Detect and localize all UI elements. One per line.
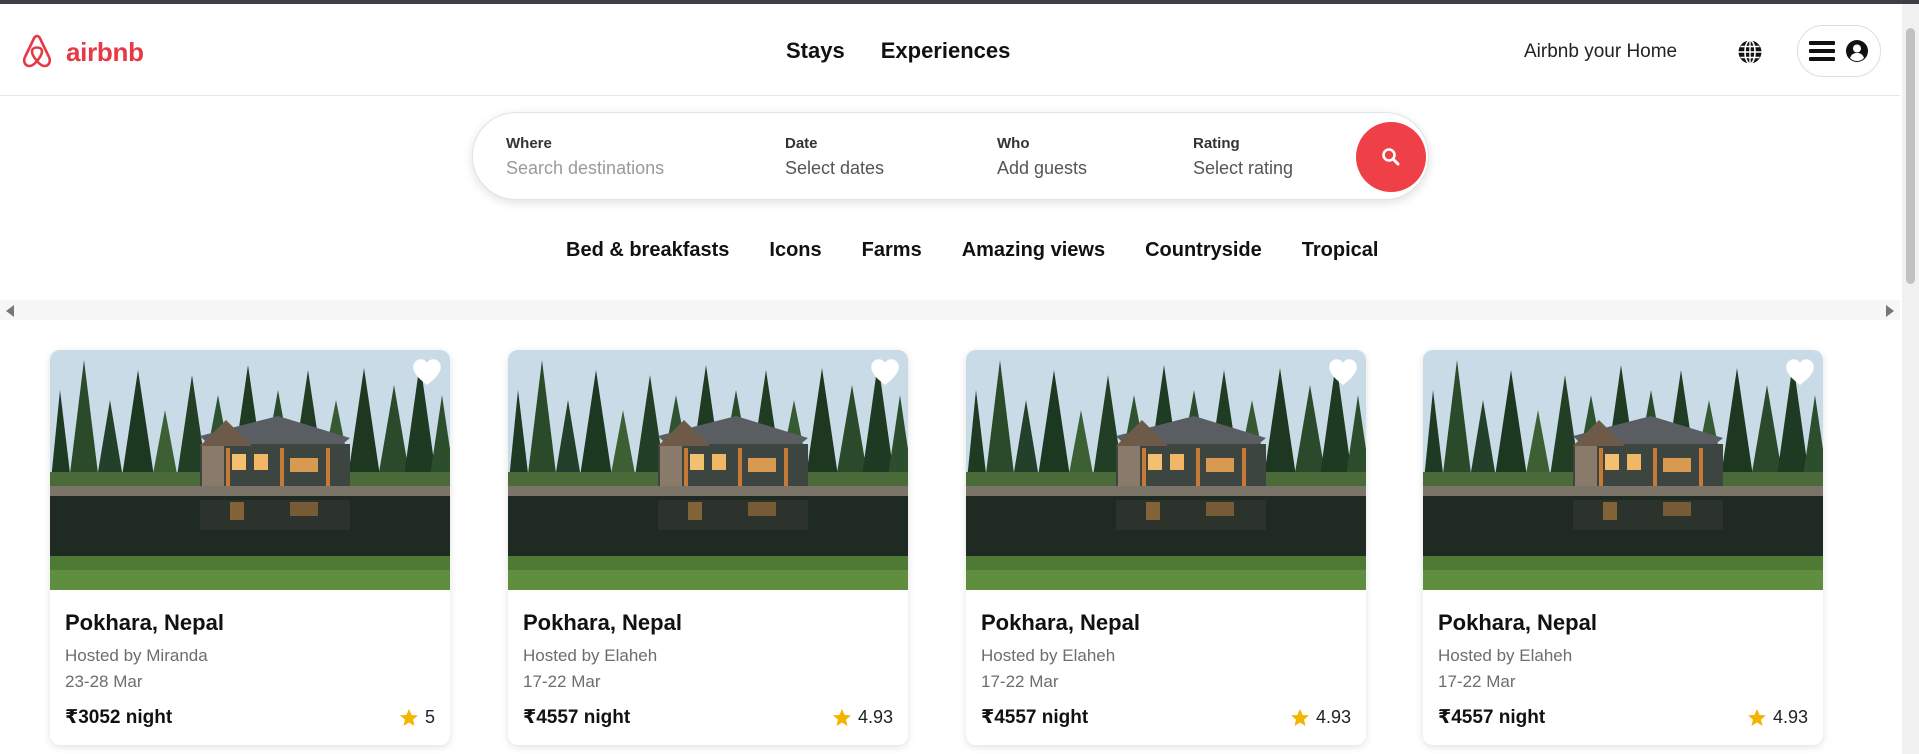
category-icons[interactable]: Icons (769, 239, 821, 262)
listing-dates: 23-28 Mar (65, 672, 143, 691)
logo[interactable]: airbnb (18, 32, 144, 72)
listing-rating: 5 (399, 707, 435, 728)
guests-value: Add guests (997, 158, 1088, 178)
date-value: Select dates (785, 158, 885, 178)
listing-price: ₹4557 night (981, 707, 1089, 728)
listing-card[interactable]: Pokhara, Nepal Hosted by Elaheh 17-22 Mar ₹… (966, 350, 1366, 745)
listing-title: Pokhara, Nepal (65, 610, 224, 635)
listing-host: Hosted by Elaheh (1438, 646, 1573, 665)
listing-photo (50, 350, 450, 590)
listing-photo-container[interactable] (966, 350, 1366, 590)
listing-details: Pokhara, Nepal Hosted by Elaheh 17-22 Mar ₹… (508, 610, 908, 729)
listing-details: Pokhara, Nepal Hosted by Elaheh 17-22 Mar ₹… (966, 610, 1366, 729)
heart-icon[interactable] (1328, 358, 1358, 386)
horizontal-scroll-track[interactable] (0, 300, 1900, 320)
category-bar: Bed & breakfasts Icons Farms Amazing vie… (566, 239, 1378, 262)
listing-host: Hosted by Miranda (65, 646, 208, 665)
star-icon (399, 708, 418, 726)
category-bed-and-breakfasts[interactable]: Bed & breakfasts (566, 239, 729, 262)
listing-photo (966, 350, 1366, 590)
listing-price: ₹3052 night (65, 707, 173, 728)
listing-host: Hosted by Elaheh (981, 646, 1116, 665)
search-bar: Where Date Select dates Who Add guests R… (472, 112, 1429, 200)
heart-icon[interactable] (412, 358, 442, 386)
listing-photo-container[interactable] (50, 350, 450, 590)
listing-footer: ₹4557 night 4.93 (523, 706, 893, 729)
header: airbnb Stays Experiences Airbnb your Hom… (0, 4, 1900, 96)
date-field[interactable]: Date Select dates (785, 135, 884, 179)
logo-text: airbnb (66, 36, 144, 67)
rating-value: Select rating (1193, 158, 1294, 178)
listing-rating-value: 4.93 (857, 707, 893, 727)
listing-footer: ₹3052 night 5 (65, 706, 435, 729)
listing-rating: 4.93 (832, 707, 893, 728)
listing-dates: 17-22 Mar (523, 672, 601, 691)
listing-host: Hosted by Elaheh (523, 646, 658, 665)
category-tropical[interactable]: Tropical (1302, 239, 1379, 262)
listing-details: Pokhara, Nepal Hosted by Elaheh 17-22 Mar ₹… (1423, 610, 1823, 729)
page-scrollbar-thumb[interactable] (1906, 28, 1915, 284)
listing-price: ₹4557 night (1438, 707, 1546, 728)
star-icon (1747, 708, 1766, 726)
listing-photo (508, 350, 908, 590)
listing-card[interactable]: Pokhara, Nepal Hosted by Elaheh 17-22 Mar ₹… (508, 350, 908, 745)
listing-rating: 4.93 (1290, 707, 1351, 728)
listing-footer: ₹4557 night 4.93 (981, 706, 1351, 729)
listing-details: Pokhara, Nepal Hosted by Miranda 23-28 Mar… (50, 610, 450, 729)
main-nav: Stays Experiences (786, 38, 1010, 64)
nav-experiences[interactable]: Experiences (881, 38, 1011, 64)
listing-dates: 17-22 Mar (1438, 672, 1516, 691)
guests-label: Who (997, 135, 1030, 152)
date-label: Date (785, 135, 818, 152)
hamburger-icon (1809, 41, 1835, 61)
host-your-home-link[interactable]: Airbnb your Home (1524, 41, 1677, 63)
globe-icon[interactable] (1737, 39, 1763, 65)
listing-photo (1423, 350, 1823, 590)
listing-dates: 17-22 Mar (981, 672, 1059, 691)
listing-rating-value: 5 (424, 707, 435, 727)
user-circle-icon (1846, 40, 1868, 62)
listing-card[interactable]: Pokhara, Nepal Hosted by Elaheh 17-22 Mar ₹… (1423, 350, 1823, 745)
listing-footer: ₹4557 night 4.93 (1438, 706, 1808, 729)
category-countryside[interactable]: Countryside (1145, 239, 1262, 262)
heart-icon[interactable] (1785, 358, 1815, 386)
rating-label: Rating (1193, 135, 1240, 152)
category-farms[interactable]: Farms (862, 239, 922, 262)
listing-card[interactable]: Pokhara, Nepal Hosted by Miranda 23-28 Mar… (50, 350, 450, 745)
listing-rating-value: 4.93 (1315, 707, 1351, 727)
listing-rating: 4.93 (1747, 707, 1808, 728)
star-icon (832, 708, 851, 726)
user-menu-button[interactable] (1797, 25, 1881, 77)
listing-title: Pokhara, Nepal (523, 610, 682, 635)
where-input[interactable] (506, 158, 726, 179)
listing-photo-container[interactable] (1423, 350, 1823, 590)
where-label: Where (506, 135, 552, 152)
listing-price: ₹4557 night (523, 707, 631, 728)
star-icon (1290, 708, 1309, 726)
airbnb-logo-icon (22, 34, 52, 68)
search-icon (1382, 148, 1400, 166)
nav-stays[interactable]: Stays (786, 38, 845, 64)
category-amazing-views[interactable]: Amazing views (962, 239, 1105, 262)
listing-title: Pokhara, Nepal (1438, 610, 1597, 635)
listing-photo-container[interactable] (508, 350, 908, 590)
rating-field[interactable]: Rating Select rating (1193, 135, 1293, 179)
heart-icon[interactable] (870, 358, 900, 386)
listing-title: Pokhara, Nepal (981, 610, 1140, 635)
page-scrollbar[interactable] (1902, 4, 1919, 754)
search-button[interactable] (1356, 122, 1426, 192)
scroll-left-arrow-icon[interactable] (6, 305, 14, 317)
listing-rating-value: 4.93 (1772, 707, 1808, 727)
where-field[interactable]: Where (506, 135, 726, 179)
guests-field[interactable]: Who Add guests (997, 135, 1087, 179)
scroll-right-arrow-icon[interactable] (1886, 305, 1894, 317)
